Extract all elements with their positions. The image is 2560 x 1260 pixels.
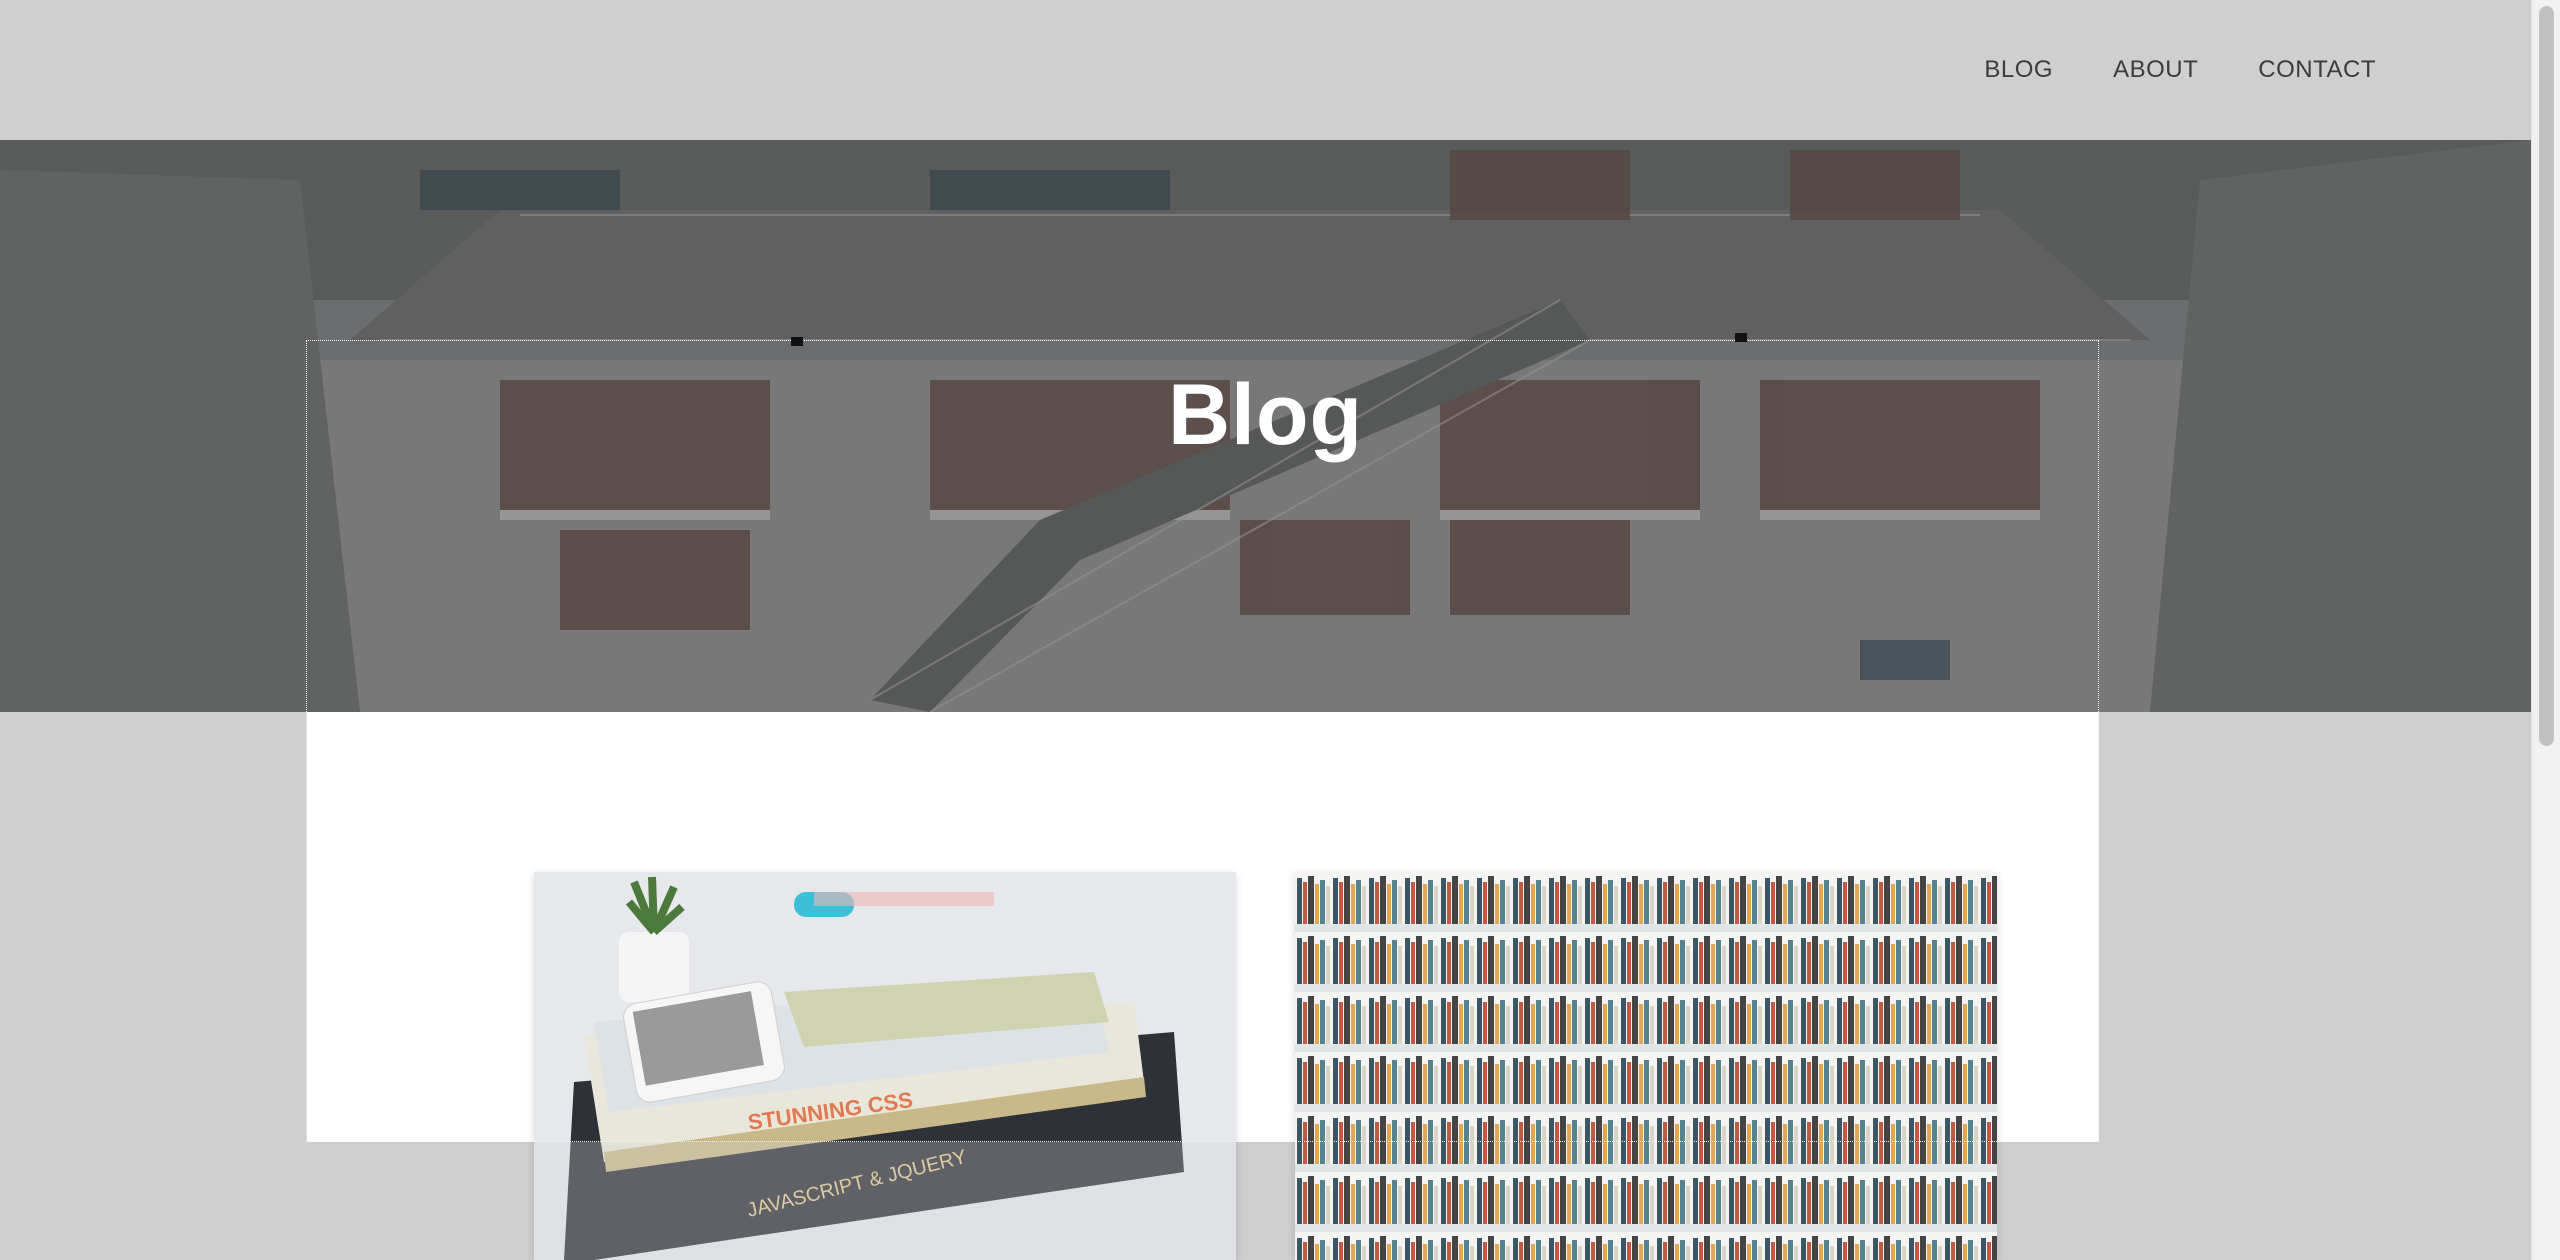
nav-link-about[interactable]: ABOUT — [2113, 50, 2198, 90]
nav-link-blog[interactable]: BLOG — [1984, 50, 2053, 90]
page-title: Blog — [1167, 367, 1364, 463]
scrollbar-thumb[interactable] — [2539, 6, 2554, 746]
post-thumbnail-bookshelf — [1295, 872, 1997, 1260]
post-card-css-books[interactable]: STUNNING CSS JAVASCRIPT & JQUERY — [534, 872, 1236, 1260]
post-card-bookshelf[interactable] — [1295, 872, 1997, 1260]
hero-banner: Blog — [0, 140, 2531, 712]
main-nav: BLOG ABOUT CONTACT — [1924, 0, 2376, 140]
nav-link-contact[interactable]: CONTACT — [2258, 50, 2376, 90]
vertical-scrollbar[interactable] — [2531, 0, 2560, 1260]
card-overlay — [534, 1142, 1236, 1260]
top-navbar: BLOG ABOUT CONTACT — [0, 0, 2531, 140]
